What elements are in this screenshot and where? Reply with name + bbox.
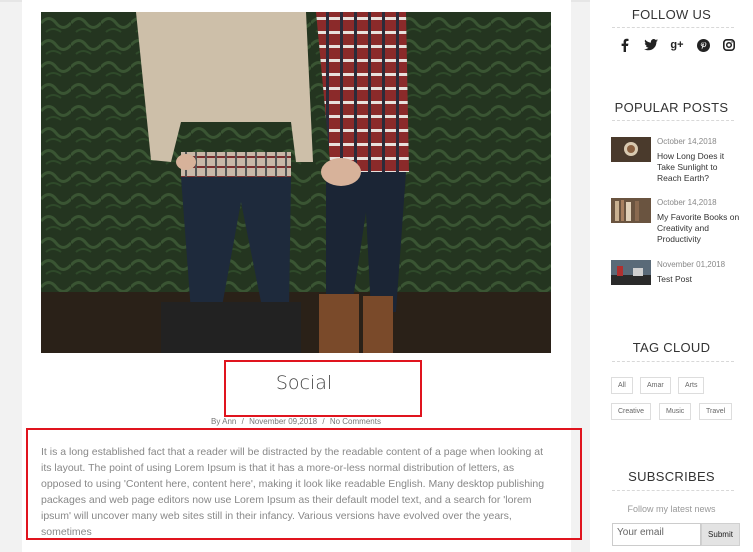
divider <box>612 490 734 491</box>
post-excerpt: It is a long established fact that a rea… <box>41 446 545 538</box>
tag-travel[interactable]: Travel <box>699 403 733 420</box>
instagram-icon[interactable] <box>722 38 736 52</box>
tag-arts[interactable]: Arts <box>678 377 705 394</box>
google-plus-icon[interactable]: g+ <box>670 38 684 52</box>
subscribes-title: SUBSCRIBES <box>628 469 715 484</box>
meta-separator: / <box>241 417 244 426</box>
post-thumbnail[interactable] <box>611 198 651 223</box>
subscribe-text: Follow my latest news <box>627 504 716 514</box>
tag-music[interactable]: Music <box>659 403 692 420</box>
post-date: November 01,2018 <box>657 260 726 269</box>
popular-post-item[interactable]: November 01,2018 Test Post <box>611 260 751 310</box>
social-links: g+ <box>618 38 736 52</box>
follow-us-title: FOLLOW US <box>631 7 712 22</box>
email-input[interactable]: Your email <box>612 523 701 546</box>
divider <box>612 27 734 28</box>
post-date: October 14,2018 <box>657 137 717 146</box>
facebook-icon[interactable] <box>618 38 632 52</box>
post-link[interactable]: How Long Does it Take Sunlight to Reach … <box>657 151 743 184</box>
post-meta: By Ann / November 09,2018 / No Comments <box>211 417 381 426</box>
tag-amar[interactable]: Amar <box>640 377 671 394</box>
popular-post-item[interactable]: October 14,2018 How Long Does it Take Su… <box>611 137 751 187</box>
popular-posts-title: POPULAR POSTS <box>614 100 729 115</box>
twitter-icon[interactable] <box>644 38 658 52</box>
post-date: October 14,2018 <box>657 198 717 207</box>
meta-by: By <box>211 417 221 426</box>
post-featured-image[interactable] <box>41 12 551 353</box>
tag-creative[interactable]: Creative <box>611 403 652 420</box>
tag-cloud-title: TAG CLOUD <box>632 340 711 355</box>
divider <box>612 120 734 121</box>
post-thumbnail[interactable] <box>611 260 651 285</box>
meta-author[interactable]: Ann <box>222 417 236 426</box>
pinterest-icon[interactable] <box>696 38 710 52</box>
meta-comments[interactable]: No Comments <box>330 417 381 426</box>
sidebar: FOLLOW US g+ POPULAR POSTS October 14,20… <box>590 0 753 552</box>
submit-button[interactable]: Submit <box>701 523 740 546</box>
post-link[interactable]: My Favorite Books on Creativity and Prod… <box>657 212 743 245</box>
post-thumbnail[interactable] <box>611 137 651 162</box>
couple-photo <box>41 12 551 353</box>
divider <box>612 361 734 362</box>
meta-separator: / <box>322 417 325 426</box>
popular-post-item[interactable]: October 14,2018 My Favorite Books on Cre… <box>611 198 751 248</box>
meta-date[interactable]: November 09,2018 <box>249 417 317 426</box>
post-link[interactable]: Test Post <box>657 274 743 285</box>
tag-all[interactable]: All <box>611 377 633 394</box>
post-title[interactable]: Social <box>233 372 375 394</box>
